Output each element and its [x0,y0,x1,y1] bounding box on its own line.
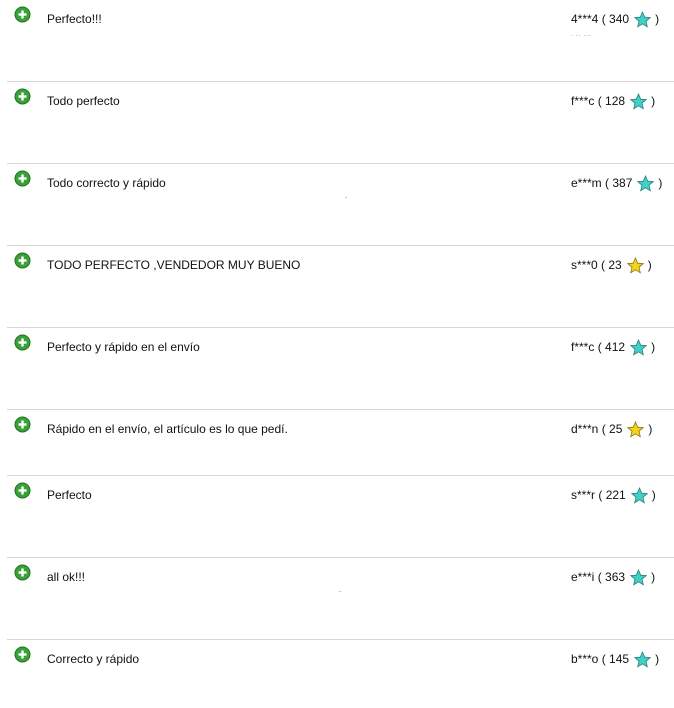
feedback-list: Perfecto!!! 4***4 ( 340 ) ˙ ˙˙ ˙˙˙ Todo … [0,0,674,708]
close-paren: ) [651,340,656,354]
open-paren: ( [597,340,602,354]
open-paren: ( [601,652,606,666]
buyer-name[interactable]: s***r [571,488,595,502]
feedback-comment: Perfecto [47,488,92,502]
open-paren: ( [601,422,606,436]
render-artifact: ˙ ˙˙ ˙˙˙ [571,34,592,43]
open-paren: ( [597,94,602,108]
buyer-score: 145 [609,652,630,666]
render-artifact: ´ [345,196,348,205]
positive-feedback-icon [14,564,31,581]
buyer-score: 23 [608,258,622,272]
positive-feedback-icon [14,334,31,351]
buyer-score: 412 [605,340,626,354]
feedback-row: Perfecto s***r ( 221 ) [0,476,674,558]
positive-feedback-icon [14,6,31,23]
turquoise-star-icon [630,92,648,110]
turquoise-star-icon [630,338,648,356]
render-artifact: ¨ [339,590,342,599]
buyer-info: e***m ( 387 ) [571,174,663,192]
buyer-info: f***c ( 412 ) [571,338,656,356]
buyer-name[interactable]: e***i [571,570,594,584]
close-paren: ) [648,422,653,436]
buyer-name[interactable]: f***c [571,340,594,354]
feedback-comment: Todo perfecto [47,94,120,108]
close-paren: ) [655,652,660,666]
buyer-score: 340 [609,12,630,26]
feedback-comment: Perfecto!!! [47,12,102,26]
buyer-name[interactable]: b***o [571,652,598,666]
feedback-row: Rápido en el envío, el artículo es lo qu… [0,410,674,476]
feedback-comment: Correcto y rápido [47,652,140,666]
positive-feedback-icon [14,482,31,499]
feedback-comment: Todo correcto y rápido [47,176,166,190]
feedback-comment: TODO PERFECTO ,VENDEDOR MUY BUENO [47,258,301,272]
feedback-row: Todo perfecto f***c ( 128 ) [0,82,674,164]
open-paren: ( [601,12,606,26]
buyer-info: e***i ( 363 ) [571,568,656,586]
buyer-info: f***c ( 128 ) [571,92,656,110]
buyer-info: s***0 ( 23 ) [571,256,652,274]
feedback-comment: Rápido en el envío, el artículo es lo qu… [47,422,288,436]
close-paren: ) [655,12,660,26]
buyer-info: b***o ( 145 ) [571,650,660,668]
buyer-info: s***r ( 221 ) [571,486,656,504]
feedback-row: all ok!!! e***i ( 363 ) ¨ [0,558,674,640]
feedback-row: Todo correcto y rápido e***m ( 387 ) ´ [0,164,674,246]
feedback-row: Perfecto!!! 4***4 ( 340 ) ˙ ˙˙ ˙˙˙ [0,0,674,82]
turquoise-star-icon [637,174,655,192]
feedback-comment: all ok!!! [47,570,86,584]
turquoise-star-icon [634,650,652,668]
turquoise-star-icon [630,568,648,586]
buyer-score: 387 [612,176,633,190]
buyer-name[interactable]: d***n [571,422,598,436]
buyer-name[interactable]: 4***4 [571,12,598,26]
feedback-comment: Perfecto y rápido en el envío [47,340,200,354]
buyer-name[interactable]: f***c [571,94,594,108]
open-paren: ( [598,488,603,502]
open-paren: ( [601,258,606,272]
close-paren: ) [647,258,652,272]
close-paren: ) [658,176,663,190]
open-paren: ( [597,570,602,584]
yellow-star-icon [627,420,645,438]
positive-feedback-icon [14,646,31,663]
buyer-info: d***n ( 25 ) [571,420,653,438]
buyer-score: 25 [609,422,623,436]
close-paren: ) [651,570,656,584]
open-paren: ( [605,176,610,190]
buyer-name[interactable]: s***0 [571,258,598,272]
yellow-star-icon [626,256,644,274]
feedback-row: Perfecto y rápido en el envío f***c ( 41… [0,328,674,410]
positive-feedback-icon [14,170,31,187]
close-paren: ) [651,488,656,502]
positive-feedback-icon [14,252,31,269]
buyer-score: 221 [605,488,626,502]
turquoise-star-icon [634,10,652,28]
feedback-row: TODO PERFECTO ,VENDEDOR MUY BUENO s***0 … [0,246,674,328]
feedback-row: Correcto y rápido b***o ( 145 ) [0,640,674,708]
positive-feedback-icon [14,88,31,105]
turquoise-star-icon [630,486,648,504]
buyer-name[interactable]: e***m [571,176,602,190]
close-paren: ) [651,94,656,108]
buyer-info: 4***4 ( 340 ) [571,10,660,28]
buyer-score: 363 [605,570,626,584]
buyer-score: 128 [605,94,626,108]
positive-feedback-icon [14,416,31,433]
